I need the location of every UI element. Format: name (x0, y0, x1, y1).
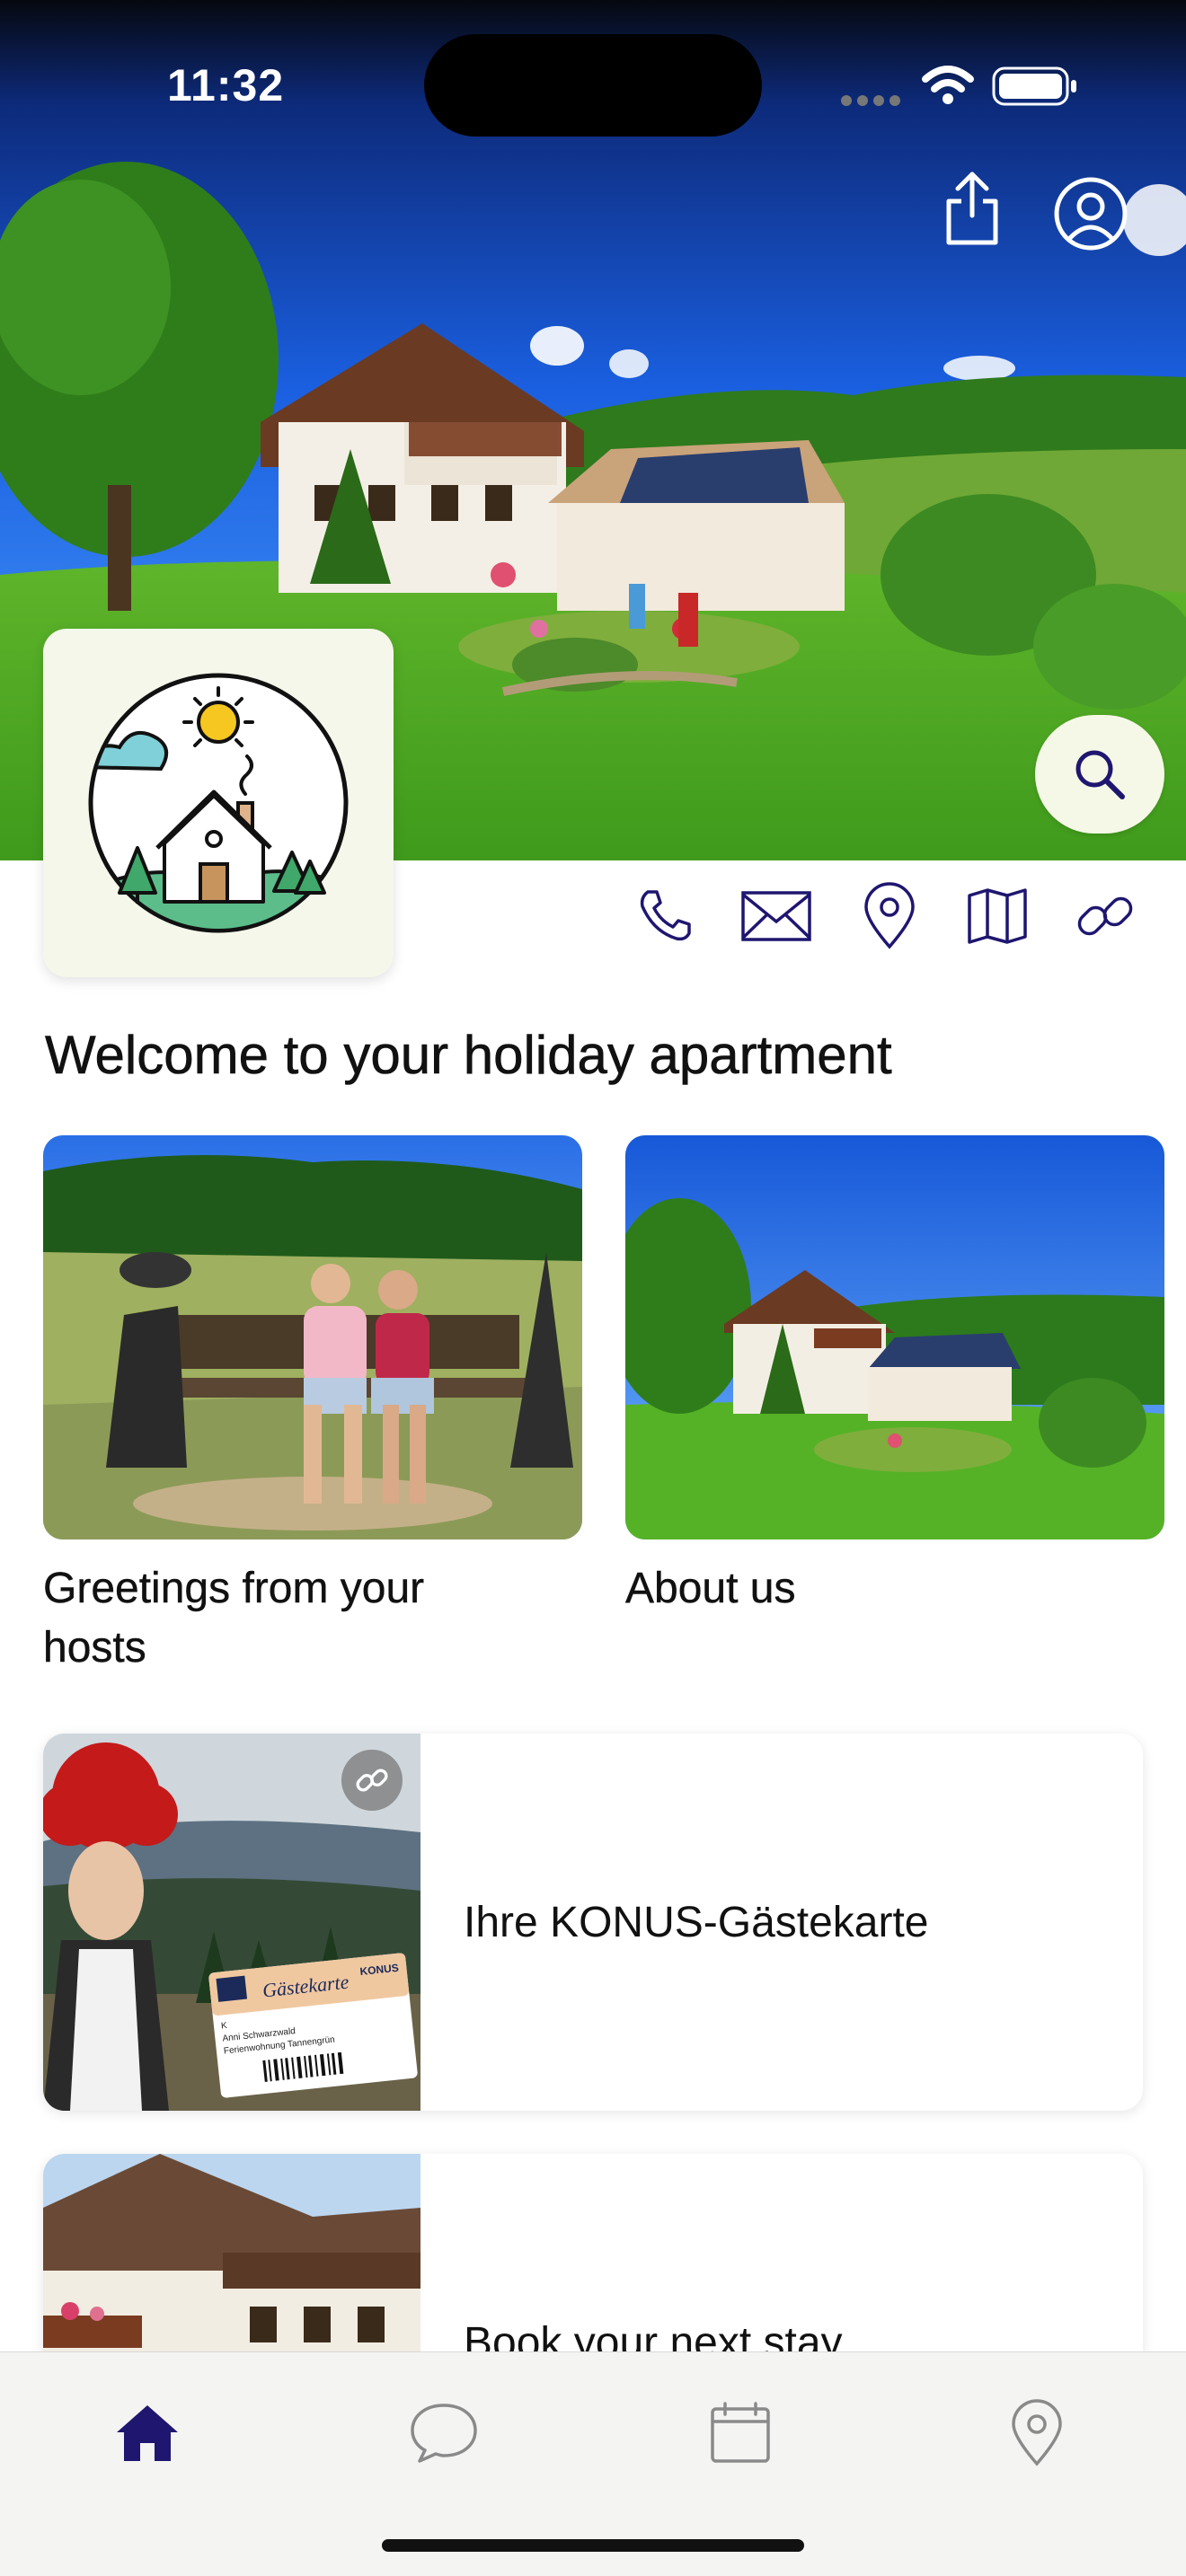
link-icon (356, 1769, 388, 1792)
email-button[interactable] (740, 880, 812, 952)
tab-chat[interactable] (390, 2379, 498, 2487)
house-sun-logo (88, 673, 349, 933)
home-indicator (382, 2539, 804, 2552)
location-button[interactable] (854, 880, 925, 952)
about-us-photo (625, 1135, 1164, 1539)
envelope-icon (741, 891, 811, 941)
calendar-icon (711, 2402, 770, 2463)
link-button[interactable] (1069, 880, 1141, 952)
app-screen: 11:32 Welcome to your holiday apartment … (0, 0, 1186, 2576)
tab-location[interactable] (983, 2379, 1091, 2487)
greetings-photo (43, 1135, 582, 1539)
dynamic-island (424, 34, 762, 137)
welcome-title: Welcome to your holiday apartment (45, 1025, 892, 1086)
share-icon (946, 172, 998, 245)
map-button[interactable] (961, 880, 1033, 952)
about-us-label: About us (625, 1565, 796, 1612)
status-time: 11:32 (167, 60, 285, 110)
about-us-tile[interactable]: About us (625, 1135, 1164, 1619)
greetings-label: Greetings from your hosts (43, 1565, 425, 1672)
host-logo (43, 629, 394, 977)
location-pin-icon (864, 882, 915, 949)
profile-icon (1054, 177, 1128, 251)
tab-calendar[interactable] (686, 2379, 794, 2487)
share-button[interactable] (934, 171, 1010, 246)
wifi-icon (922, 66, 974, 104)
phone-icon (640, 890, 691, 941)
konus-card-label: Ihre KONUS-Gästekarte (464, 1898, 929, 1946)
greetings-tile[interactable]: Greetings from your hosts (43, 1135, 582, 1678)
profile-button[interactable] (1053, 176, 1128, 251)
location-pin-icon (1012, 2399, 1062, 2466)
home-icon (117, 2405, 178, 2461)
link-badge (341, 1750, 403, 1811)
chat-bubble-icon (411, 2404, 477, 2463)
search-button[interactable] (1035, 715, 1164, 834)
battery-icon (992, 66, 1076, 106)
cellular-signal-icon (841, 95, 900, 106)
search-icon (1075, 750, 1125, 799)
phone-button[interactable] (629, 880, 701, 952)
link-icon (1077, 896, 1133, 936)
status-bar: 11:32 (0, 0, 1186, 171)
tab-bar (0, 2351, 1186, 2576)
konus-card[interactable]: Gästekarte KONUS K Anni Schwarzwald Feri… (43, 1734, 1143, 2111)
map-icon (968, 888, 1027, 944)
tab-home[interactable] (93, 2379, 201, 2487)
